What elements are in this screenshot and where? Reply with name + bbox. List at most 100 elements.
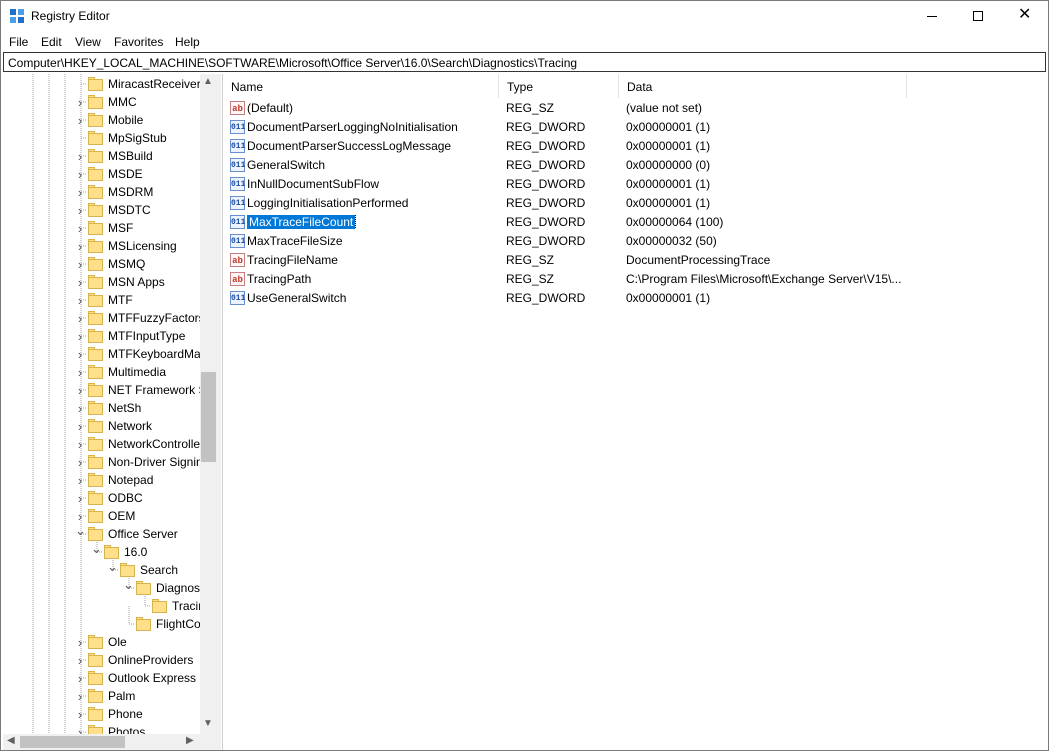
menu-view[interactable]: View [75, 35, 101, 49]
tree-item[interactable]: Outlook Express [88, 669, 200, 687]
value-row[interactable]: ab (Default) REG_SZ (value not set) [223, 99, 1049, 118]
tree-item[interactable]: ODBC [88, 489, 200, 507]
column-header-name[interactable]: Name [223, 74, 499, 98]
chevron-right-icon[interactable]: › [75, 365, 85, 380]
tree-item[interactable]: Network [88, 417, 200, 435]
tree-item[interactable]: Palm [88, 687, 200, 705]
chevron-down-icon[interactable]: ⌄ [123, 577, 134, 593]
chevron-right-icon[interactable]: › [75, 455, 85, 470]
chevron-right-icon[interactable]: › [75, 401, 85, 416]
menu-edit[interactable]: Edit [41, 35, 62, 49]
pane-splitter[interactable] [217, 74, 221, 750]
chevron-right-icon[interactable]: › [75, 167, 85, 182]
tree-item[interactable]: Non-Driver Signin [88, 453, 200, 471]
tree-item[interactable]: Diagnos [136, 579, 200, 597]
chevron-right-icon[interactable]: › [75, 635, 85, 650]
close-button[interactable]: ✕ [1001, 1, 1047, 32]
column-header-type[interactable]: Type [499, 74, 619, 98]
tree-item[interactable]: MTF [88, 291, 200, 309]
chevron-right-icon[interactable]: › [75, 311, 85, 326]
chevron-right-icon[interactable]: › [75, 203, 85, 218]
tree-item[interactable]: MSLicensing [88, 237, 200, 255]
value-row[interactable]: 011 DocumentParserLoggingNoInitialisation… [223, 118, 1049, 137]
tree-item[interactable]: MSMQ [88, 255, 200, 273]
chevron-right-icon[interactable]: › [75, 257, 85, 272]
tree-item[interactable]: MTFFuzzyFactors [88, 309, 200, 327]
value-row[interactable]: 011 MaxTraceFileCount REG_DWORD 0x00000064 … [223, 213, 1049, 232]
tree-vertical-scrollbar[interactable]: ▲ ▼ [200, 74, 217, 734]
address-bar[interactable]: Computer\HKEY_LOCAL_MACHINE\SOFTWARE\Mic… [3, 52, 1046, 72]
chevron-right-icon[interactable]: › [75, 383, 85, 398]
value-row[interactable]: ab TracingPath REG_SZ C:\Program Files\Micr… [223, 270, 1049, 289]
chevron-right-icon[interactable]: › [75, 671, 85, 686]
value-row[interactable]: 011 GeneralSwitch REG_DWORD 0x00000000 (0) [223, 156, 1049, 175]
tree-item[interactable]: Phone [88, 705, 200, 723]
value-row[interactable]: 011 MaxTraceFileSize REG_DWORD 0x00000032 (… [223, 232, 1049, 251]
scroll-up-icon[interactable]: ▲ [203, 76, 213, 87]
tree-item[interactable]: Tracin [152, 597, 200, 615]
tree-item[interactable]: MSDTC [88, 201, 200, 219]
chevron-right-icon[interactable]: › [75, 347, 85, 362]
column-header-data[interactable]: Data [619, 74, 907, 98]
chevron-right-icon[interactable]: › [75, 329, 85, 344]
scroll-left-icon[interactable]: ◀ [7, 735, 15, 746]
chevron-right-icon[interactable]: › [75, 437, 85, 452]
tree-item[interactable]: NetSh [88, 399, 200, 417]
tree-item[interactable]: NET Framework S [88, 381, 200, 399]
maximize-button[interactable] [955, 1, 1001, 32]
chevron-right-icon[interactable]: › [75, 707, 85, 722]
tree-item[interactable]: Notepad [88, 471, 200, 489]
menu-favorites[interactable]: Favorites [114, 35, 163, 49]
scroll-right-icon[interactable]: ▶ [186, 735, 194, 746]
menu-file[interactable]: File [9, 35, 28, 49]
vertical-scroll-thumb[interactable] [201, 372, 216, 462]
tree-item[interactable]: OEM [88, 507, 200, 525]
chevron-right-icon[interactable]: › [75, 239, 85, 254]
values-list[interactable]: Name Type Data ab (Default) REG_SZ (value n… [222, 74, 1048, 750]
tree-item[interactable]: Mobile [88, 111, 200, 129]
tree-item[interactable]: OnlineProviders [88, 651, 200, 669]
tree-item[interactable]: Multimedia [88, 363, 200, 381]
chevron-right-icon[interactable]: › [75, 221, 85, 236]
tree-item[interactable]: MpSigStub [88, 129, 200, 147]
tree-item[interactable]: FlightCo [136, 615, 200, 633]
tree-item[interactable]: MTFInputType [88, 327, 200, 345]
value-row[interactable]: 011 LoggingInitialisationPerformed REG_DWO… [223, 194, 1049, 213]
value-row[interactable]: 011 UseGeneralSwitch REG_DWORD 0x00000001 (… [223, 289, 1049, 308]
tree-item[interactable]: MSBuild [88, 147, 200, 165]
chevron-down-icon[interactable]: ⌄ [107, 559, 118, 575]
tree-item[interactable]: 16.0 [104, 543, 200, 561]
chevron-right-icon[interactable]: › [75, 419, 85, 434]
chevron-right-icon[interactable]: › [75, 689, 85, 704]
horizontal-scroll-thumb[interactable] [20, 736, 125, 748]
chevron-down-icon[interactable]: ⌄ [75, 523, 86, 539]
value-row[interactable]: 011 InNullDocumentSubFlow REG_DWORD 0x00000… [223, 175, 1049, 194]
chevron-right-icon[interactable]: › [75, 149, 85, 164]
chevron-right-icon[interactable]: › [75, 491, 85, 506]
tree-item[interactable]: NetworkControlle [88, 435, 200, 453]
tree-item[interactable]: Ole [88, 633, 200, 651]
chevron-right-icon[interactable]: › [75, 185, 85, 200]
minimize-button[interactable] [909, 1, 955, 32]
chevron-right-icon[interactable]: › [75, 113, 85, 128]
chevron-right-icon[interactable]: › [75, 653, 85, 668]
tree-item[interactable]: MSN Apps [88, 273, 200, 291]
key-tree[interactable]: MiracastReceiver MMC › Mobile › MpSigStub MSBu… [3, 74, 217, 750]
tree-item[interactable]: Office Server [88, 525, 200, 543]
menu-help[interactable]: Help [175, 35, 200, 49]
value-row[interactable]: 011 DocumentParserSuccessLogMessage REG_DW… [223, 137, 1049, 156]
chevron-right-icon[interactable]: › [75, 473, 85, 488]
chevron-down-icon[interactable]: ⌄ [91, 541, 102, 557]
chevron-right-icon[interactable]: › [75, 293, 85, 308]
value-row[interactable]: ab TracingFileName REG_SZ DocumentProcessin… [223, 251, 1049, 270]
tree-item[interactable]: MiracastReceiver [88, 75, 200, 93]
tree-item[interactable]: MSF [88, 219, 200, 237]
chevron-right-icon[interactable]: › [75, 275, 85, 290]
tree-horizontal-scrollbar[interactable]: ◀ ▶ [3, 734, 200, 750]
scroll-down-icon[interactable]: ▼ [203, 718, 213, 729]
tree-item[interactable]: MTFKeyboardMa [88, 345, 200, 363]
chevron-right-icon[interactable]: › [75, 95, 85, 110]
tree-item[interactable]: MSDE [88, 165, 200, 183]
tree-item[interactable]: MMC [88, 93, 200, 111]
chevron-right-icon[interactable]: › [75, 509, 85, 524]
